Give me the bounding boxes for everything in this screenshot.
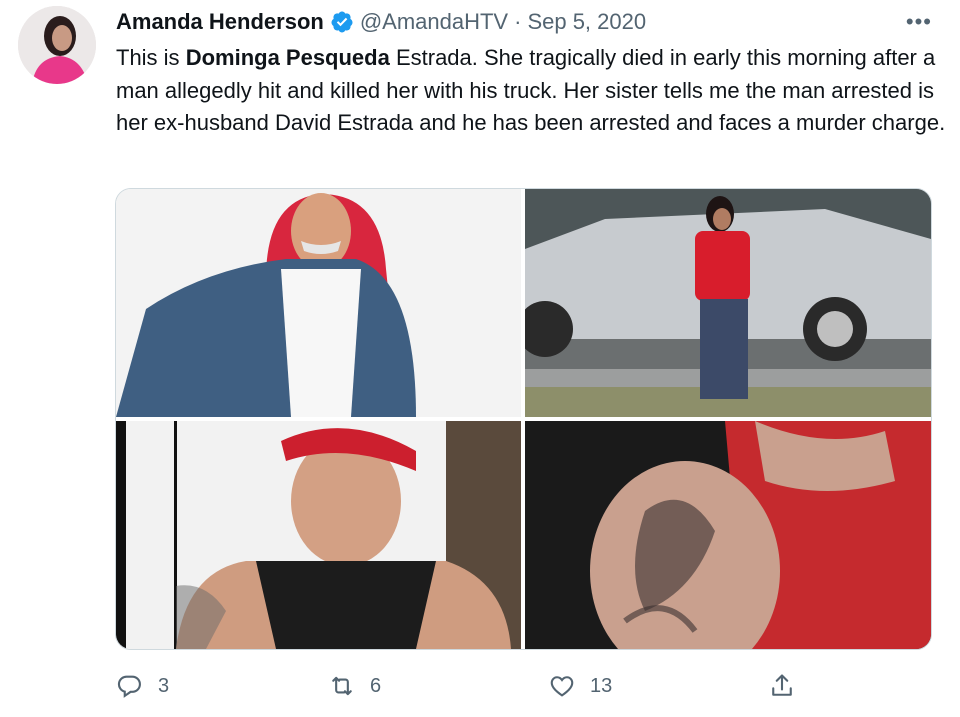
share-icon xyxy=(772,674,792,696)
separator-dot: · xyxy=(514,9,522,34)
photo-2[interactable] xyxy=(525,189,931,417)
photo-3[interactable] xyxy=(116,421,521,649)
author-handle[interactable]: @AmandaHTV xyxy=(360,9,508,35)
retweet-button[interactable]: 6 xyxy=(328,666,381,706)
author-avatar[interactable] xyxy=(18,6,96,84)
reply-count: 3 xyxy=(158,674,170,697)
reply-icon xyxy=(117,675,141,698)
text-bold-name: Dominga Pesqueda xyxy=(185,45,390,70)
author-name[interactable]: Amanda Henderson xyxy=(116,9,324,35)
photo-2-image xyxy=(525,189,931,417)
photo-1[interactable] xyxy=(116,189,521,417)
avatar-image xyxy=(18,6,96,84)
verified-badge-icon xyxy=(330,10,354,34)
tweet-text: This is Dominga Pesqueda Estrada. She tr… xyxy=(116,42,946,140)
photo-4[interactable] xyxy=(525,421,931,649)
tweet-date[interactable]: Sep 5, 2020 xyxy=(527,9,646,35)
like-count: 13 xyxy=(590,674,613,697)
photo-4-image xyxy=(525,421,931,649)
tweet-header: Amanda Henderson @AmandaHTV · Sep 5, 202… xyxy=(116,6,940,38)
more-icon[interactable]: ••• xyxy=(906,6,932,38)
reply-button[interactable]: 3 xyxy=(116,666,169,706)
retweet-count: 6 xyxy=(370,674,382,697)
text-part-1: This is xyxy=(116,45,186,70)
retweet-icon xyxy=(332,676,352,696)
like-button[interactable]: 13 xyxy=(548,666,612,706)
media-grid xyxy=(115,188,932,650)
heart-icon xyxy=(550,676,574,697)
tweet-actions: 3 6 13 xyxy=(116,666,806,706)
photo-3-image xyxy=(116,421,521,649)
photo-1-image xyxy=(116,189,521,417)
share-button[interactable] xyxy=(768,666,796,706)
